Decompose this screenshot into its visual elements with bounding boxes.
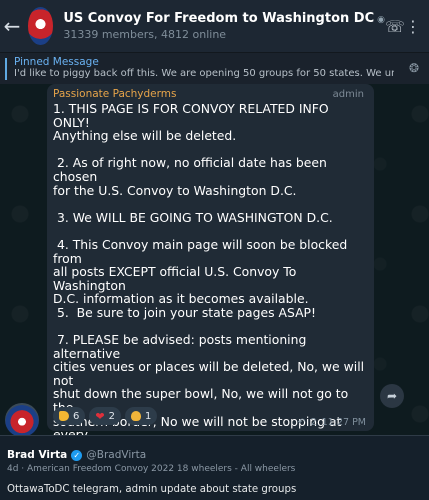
tweet-handle[interactable]: @BradVirta [86, 449, 146, 461]
tweet-author: Brad Virta ✓ @BradVirta [7, 449, 429, 461]
reactions: 6 ❤ 2 1 [53, 407, 158, 425]
tweet-footer: Brad Virta ✓ @BradVirta 4d · American Fr… [0, 435, 429, 500]
chat-area: Passionate Pachyderms admin 1. THIS PAGE… [0, 84, 429, 500]
call-icon[interactable]: ☏ [385, 17, 405, 36]
reaction-count: 6 [73, 410, 80, 422]
message-sender[interactable]: Passionate Pachyderms [53, 88, 176, 100]
reaction-count: 2 [108, 410, 115, 422]
tweet-name[interactable]: Brad Virta [7, 449, 67, 461]
reaction-count: 1 [144, 410, 152, 422]
message-bubble[interactable]: Passionate Pachyderms admin 1. THIS PAGE… [47, 84, 404, 500]
reaction-thumbs-up[interactable]: 6 [53, 407, 86, 425]
chat-header: ← US Convoy For Freedom to Washington DC… [0, 0, 429, 52]
tweet-meta: 4d · American Freedom Convoy 2022 18 whe… [7, 464, 296, 474]
more-menu-icon[interactable]: ⋮ [405, 17, 421, 36]
sender-avatar[interactable] [5, 403, 39, 437]
admin-badge: admin [332, 89, 364, 100]
thumbs-up-icon [59, 411, 69, 421]
tweet-body: OttawaToDC telegram, admin update about … [7, 484, 297, 495]
verified-icon: ✓ [71, 449, 83, 461]
message-meta: ↶ 2 11:27 PM [298, 417, 366, 428]
share-count-icon: ↶ [297, 417, 306, 428]
heart-icon: ❤ [95, 409, 105, 423]
message-time: 11:27 PM [321, 417, 366, 428]
forward-icon[interactable]: ➦ [380, 384, 404, 408]
share-count: 2 [310, 417, 317, 428]
mute-icon: ◉ [377, 15, 385, 25]
back-arrow-icon[interactable]: ← [0, 0, 24, 52]
pinned-message-bar[interactable]: Pinned Message I'd like to piggy back of… [0, 52, 429, 84]
channel-title-text: US Convoy For Freedom to Washington DC [63, 11, 375, 26]
pin-list-icon[interactable]: ❂ [409, 61, 419, 75]
reaction-heart[interactable]: ❤ 2 [89, 407, 121, 425]
channel-info[interactable]: US Convoy For Freedom to Washington DC ◉ … [63, 11, 385, 41]
pinned-label: Pinned Message [14, 56, 99, 68]
channel-avatar[interactable] [28, 7, 54, 45]
pinned-indicator [5, 58, 7, 80]
reaction-clap[interactable]: 1 [124, 407, 158, 425]
pinned-text: I'd like to piggy back off this. We are … [14, 68, 394, 79]
channel-subtitle: 31339 members, 4812 online [63, 28, 227, 41]
clap-icon [130, 411, 141, 421]
channel-title: US Convoy For Freedom to Washington DC ◉ [63, 11, 385, 26]
